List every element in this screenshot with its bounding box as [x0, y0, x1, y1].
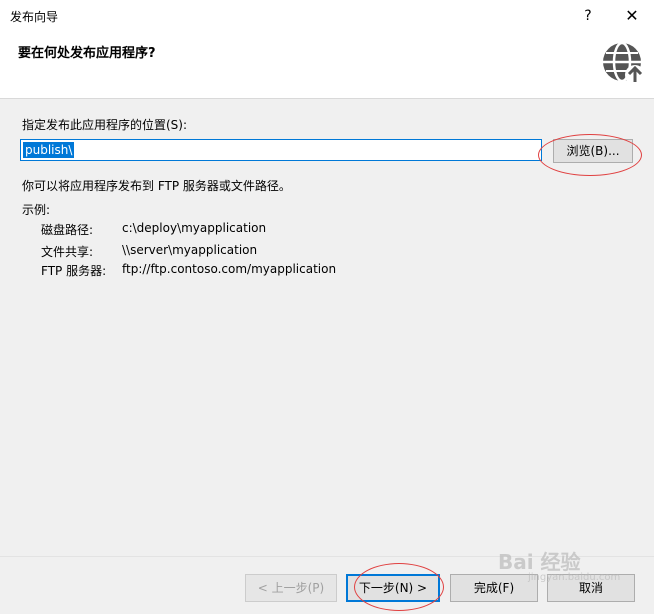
example-value: \\server\myapplication	[122, 243, 258, 257]
example-key: 文件共享:	[41, 245, 94, 259]
title-bar: 发布向导 ? ✕	[0, 0, 654, 31]
watermark-text: Bai 经验	[498, 550, 581, 574]
prev-button[interactable]: < 上一步(P)	[245, 574, 337, 602]
baidu-watermark: Bai 经验 jingyan.baidu.com	[498, 546, 620, 583]
window-title: 发布向导	[10, 10, 59, 24]
publish-location-input[interactable]: publish\	[20, 139, 542, 161]
page-title: 要在何处发布应用程序?	[18, 46, 156, 61]
example-value: c:\deploy\myapplication	[122, 221, 267, 235]
close-button[interactable]: ✕	[620, 4, 644, 28]
example-key: FTP 服务器:	[41, 264, 107, 278]
location-label: 指定发布此应用程序的位置(S):	[22, 118, 188, 132]
finish-button[interactable]: 完成(F)	[450, 574, 538, 602]
header-divider	[0, 98, 654, 99]
example-key: 磁盘路径:	[41, 223, 94, 237]
info-text: 你可以将应用程序发布到 FTP 服务器或文件路径。	[22, 179, 291, 193]
examples-heading: 示例:	[22, 203, 51, 217]
publish-location-value: publish\	[23, 142, 75, 158]
example-value: ftp://ftp.contoso.com/myapplication	[122, 262, 337, 276]
wizard-header: 要在何处发布应用程序?	[0, 30, 654, 98]
help-button[interactable]: ?	[578, 6, 598, 26]
watermark-sub: jingyan.baidu.com	[528, 572, 621, 583]
next-button[interactable]: 下一步(N) >	[346, 574, 440, 602]
globe-publish-icon	[603, 41, 645, 85]
browse-button[interactable]: 浏览(B)...	[553, 139, 633, 163]
